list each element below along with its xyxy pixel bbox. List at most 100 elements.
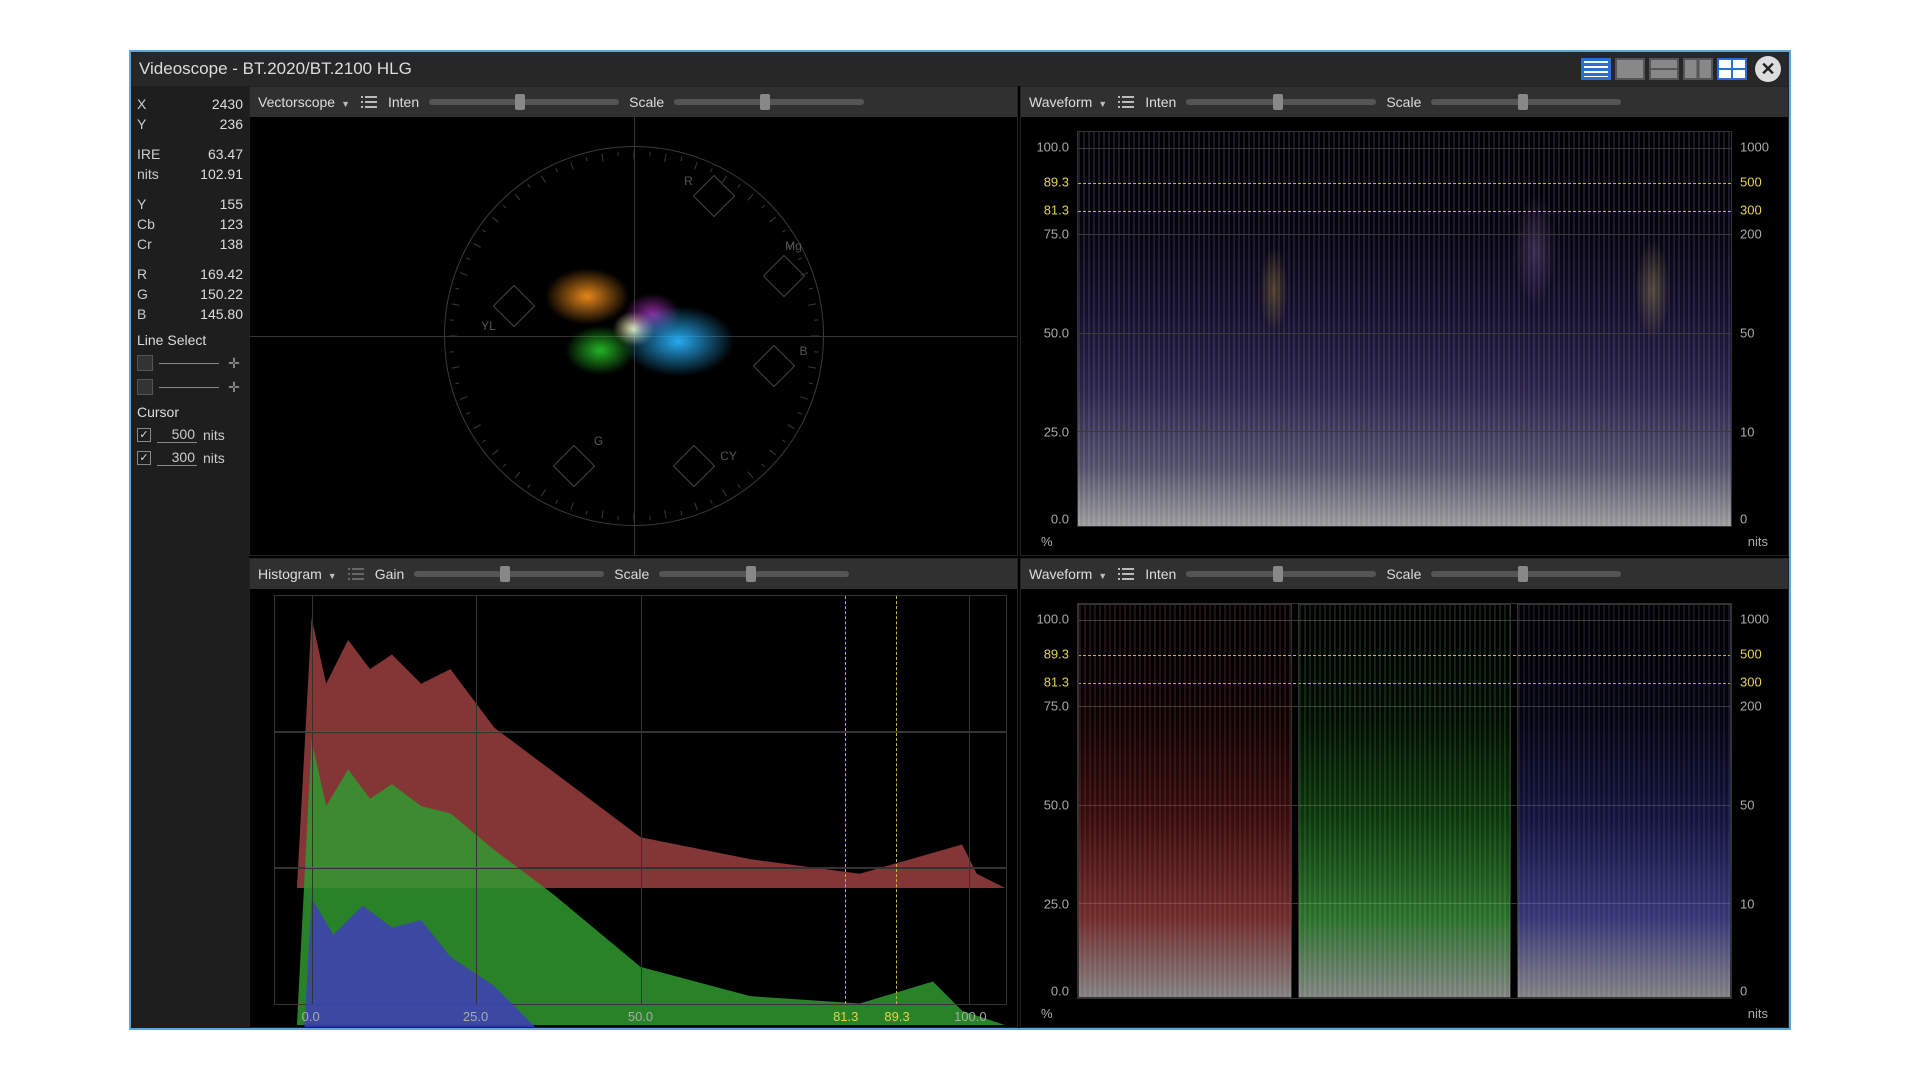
gain-label: Gain [375,566,405,582]
cursor-value-2[interactable]: 300 [157,449,197,466]
g-value: 150.22 [200,284,243,304]
layout-vsplit-icon[interactable] [1683,58,1713,80]
waveform2-display: 100.0 89.3 81.3 75.0 50.0 25.0 0.0 1000 … [1021,589,1788,1027]
scale-slider[interactable] [659,571,849,577]
cursor-row-2: ✓ 300 nits [137,449,243,466]
wf-unit-nits: nits [1748,534,1768,549]
options-icon[interactable] [347,567,365,581]
crosshair-icon[interactable]: ✛ [225,354,243,372]
histogram-header: Histogram Gain Scale [250,559,1017,589]
inten-slider[interactable] [429,99,619,105]
line-select-checkbox-1[interactable] [137,355,153,371]
ire-value: 63.47 [208,144,243,164]
scale-label: Scale [1386,566,1421,582]
target-r: R [684,174,693,188]
cr-value: 138 [220,234,243,254]
waveform2-header: Waveform Inten Scale [1021,559,1788,589]
cursor-label: Cursor [137,404,243,420]
cursor-value-1[interactable]: 500 [157,426,197,443]
inten-slider[interactable] [1186,99,1376,105]
inten-slider[interactable] [1186,571,1376,577]
parade-b [1517,604,1731,998]
waveform1-dropdown[interactable]: Waveform [1029,94,1107,110]
line-select-checkbox-2[interactable] [137,379,153,395]
scale-slider[interactable] [1431,99,1621,105]
layout-single-icon[interactable] [1615,58,1645,80]
layout-quad-icon[interactable] [1717,58,1747,80]
cursor-row-1: ✓ 500 nits [137,426,243,443]
vectorscope-graticule [444,146,824,526]
cr-label: Cr [137,234,152,254]
y-luma-label: Y [137,194,146,214]
wf2-unit-nits: nits [1748,1006,1768,1021]
nits-value: 102.91 [200,164,243,184]
cursor-checkbox-2[interactable]: ✓ [137,451,151,465]
x-label: X [137,94,146,114]
r-label: R [137,264,147,284]
wf-unit-percent: % [1041,534,1053,549]
info-sidebar: X2430 Y236 IRE63.47 nits102.91 Y155 Cb12… [131,86,249,1028]
parade-g [1298,604,1512,998]
scale-label: Scale [1386,94,1421,110]
waveform-pane-1: Waveform Inten Scale 100.0 89.3 81.3 75.… [1020,86,1789,556]
b-value: 145.80 [200,304,243,324]
vectorscope-display: R Mg B CY G YL [250,117,1017,555]
cursor-unit-1: nits [203,427,225,443]
x-value: 2430 [212,94,243,114]
options-icon[interactable] [360,95,378,109]
line-select-field-2[interactable] [159,387,219,388]
wf2-unit-percent: % [1041,1006,1053,1021]
videoscope-window: Videoscope - BT.2020/BT.2100 HLG ✕ X 2430… [129,50,1791,1030]
ire-label: IRE [137,144,160,164]
scale-label: Scale [629,94,664,110]
histogram-r [274,595,1007,732]
g-label: G [137,284,148,304]
inten-label: Inten [1145,566,1176,582]
cursor-checkbox-1[interactable]: ✓ [137,428,151,442]
options-icon[interactable] [1117,567,1135,581]
histogram-display: 0.0 25.0 50.0 81.3 89.3 100.0 [250,589,1017,1027]
r-value: 169.42 [200,264,243,284]
scale-slider[interactable] [1431,571,1621,577]
target-g: G [594,434,603,448]
close-button[interactable]: ✕ [1755,56,1781,82]
line-select-label: Line Select [137,332,243,348]
crosshair-icon[interactable]: ✛ [225,378,243,396]
line-select-row-1: ✛ [137,354,243,372]
gain-slider[interactable] [414,571,604,577]
histogram-g [274,732,1007,869]
vectorscope-pane: Vectorscope Inten Scale R Mg [249,86,1018,556]
y-luma-value: 155 [220,194,243,214]
window-title: Videoscope - BT.2020/BT.2100 HLG [139,59,412,79]
y-value: 236 [220,114,243,134]
waveform-pane-2: Waveform Inten Scale 100.0 89.3 81.3 75.… [1020,558,1789,1028]
waveform2-dropdown[interactable]: Waveform [1029,566,1107,582]
line-select-field-1[interactable] [159,363,219,364]
line-select-row-2: ✛ [137,378,243,396]
layout-hsplit-icon[interactable] [1649,58,1679,80]
rgb-parade [1078,604,1731,998]
histogram-dropdown[interactable]: Histogram [258,566,337,582]
inten-label: Inten [388,94,419,110]
waveform1-header: Waveform Inten Scale [1021,87,1788,117]
layout-list-icon[interactable] [1581,58,1611,80]
cb-label: Cb [137,214,155,234]
target-yl: YL [481,319,496,333]
y-label: Y [137,114,146,134]
target-b: B [799,344,807,358]
scale-slider[interactable] [674,99,864,105]
histogram-pane: Histogram Gain Scale [249,558,1018,1028]
titlebar: Videoscope - BT.2020/BT.2100 HLG ✕ [131,52,1789,86]
scope-grid: Vectorscope Inten Scale R Mg [249,86,1789,1028]
histogram-b [274,868,1007,1005]
waveform1-display: 100.0 89.3 81.3 75.0 50.0 25.0 0.0 1000 … [1021,117,1788,555]
vectorscope-header: Vectorscope Inten Scale [250,87,1017,117]
b-label: B [137,304,146,324]
inten-label: Inten [1145,94,1176,110]
target-cy: CY [720,449,737,463]
vectorscope-dropdown[interactable]: Vectorscope [258,94,350,110]
target-mg: Mg [785,239,802,253]
options-icon[interactable] [1117,95,1135,109]
nits-label: nits [137,164,159,184]
cursor-unit-2: nits [203,450,225,466]
